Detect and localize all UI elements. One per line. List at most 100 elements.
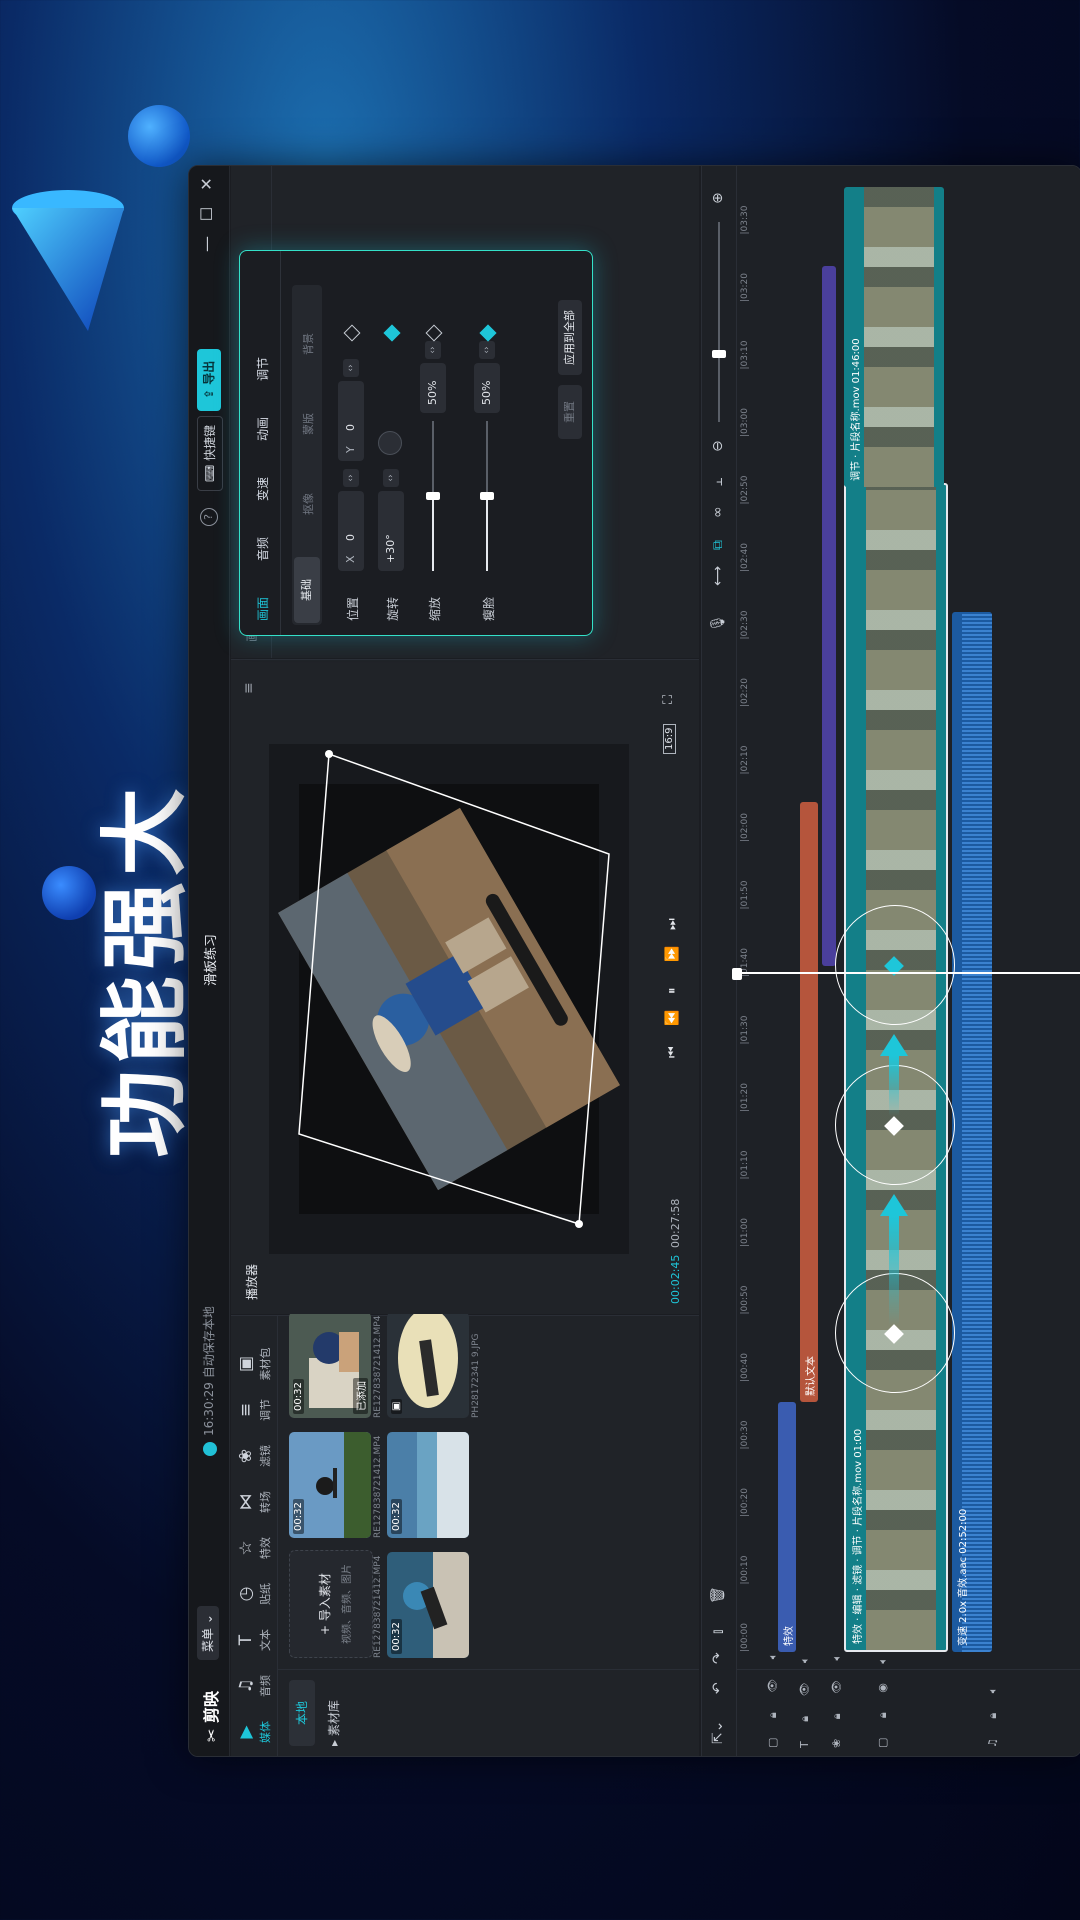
skip-forward-icon[interactable]: ⏭: [665, 918, 680, 930]
props-tab-image[interactable]: 画面: [254, 597, 271, 621]
ruler-tick-label: |00:30: [740, 1420, 750, 1450]
main-clip-label: 特效 · 编辑 · 滤镜 · 调节 · 片段名称.mov 01:00: [853, 1428, 864, 1644]
playhead-handle[interactable]: [732, 968, 742, 980]
scale-value: 50%: [426, 380, 439, 405]
step-forward-icon[interactable]: ⏩: [665, 946, 680, 962]
audio-clip[interactable]: 变速 2.0x 音效.aac 02:52:00: [952, 612, 992, 1652]
scale-label: 缩放: [428, 596, 442, 621]
step-back-icon[interactable]: ⏪: [665, 1010, 680, 1026]
timeline-ruler[interactable]: |00:00 |00:10 |00:20 |00:30 |00:40 |00:50 |01:…: [736, 166, 758, 1670]
media-thumbnail[interactable]: 00:32 已添加: [289, 1312, 371, 1418]
zoom-slider[interactable]: [718, 222, 720, 422]
reset-button[interactable]: 重置: [558, 385, 582, 439]
zoom-in-icon[interactable]: ⊕: [710, 192, 726, 204]
ruler-tick-label: |00:10: [740, 1555, 750, 1585]
props-tab-adjust[interactable]: 调节: [254, 357, 271, 381]
face-slider-knob[interactable]: [480, 492, 494, 500]
maximize-button[interactable]: ☐: [197, 202, 216, 226]
subtab-basic[interactable]: 基础: [294, 557, 320, 623]
x-stepper[interactable]: ‹›: [343, 469, 359, 487]
tab-filter[interactable]: ❀ 滤镜: [235, 1436, 273, 1476]
scale-stepper[interactable]: ‹›: [425, 341, 441, 359]
export-button[interactable]: ⇪ 导出: [197, 348, 221, 411]
aspect-ratio-button[interactable]: 16:9: [663, 723, 676, 754]
help-icon[interactable]: ?: [200, 508, 218, 526]
y-stepper[interactable]: ‹›: [343, 359, 359, 377]
scale-field[interactable]: 50%: [420, 363, 446, 413]
arrow-shaft: [889, 1056, 899, 1116]
media-thumbnail[interactable]: 00:32: [387, 1552, 469, 1658]
sticker-icon: ◷: [236, 1586, 256, 1602]
props-tab-animation[interactable]: 动画: [254, 417, 271, 441]
media-side-nav: 本地 ▸ 素材库: [277, 1669, 699, 1756]
player-panel: 播放器 ≡ 00:02:45 00:27:58 ⏮ ⏪ ⏸ ⏩ ⏭ 16:9 ⛶: [231, 659, 699, 1314]
position-x-field[interactable]: X0: [338, 491, 364, 571]
redo-icon[interactable]: ↷: [710, 1652, 726, 1664]
subtab-mask[interactable]: 蒙版: [300, 413, 316, 435]
link-icon[interactable]: ⟷: [710, 566, 726, 586]
tab-label: 音频: [259, 1675, 272, 1697]
filter-clip[interactable]: [822, 266, 836, 966]
apply-all-button[interactable]: 应用到全部: [558, 300, 582, 375]
subtab-cutout[interactable]: 抠像: [300, 493, 316, 515]
arrow-shaft: [889, 1216, 899, 1326]
rotation-keyframe-icon[interactable]: [383, 324, 401, 342]
scale-slider-knob[interactable]: [426, 492, 440, 500]
minimize-button[interactable]: —: [197, 232, 216, 256]
face-keyframe-icon[interactable]: [479, 324, 497, 342]
tab-pack[interactable]: ▣ 素材包: [235, 1344, 273, 1384]
split-icon[interactable]: ⫾: [710, 1630, 726, 1634]
tab-media[interactable]: ▶ 媒体: [235, 1712, 273, 1752]
split-preview-icon[interactable]: ⫠: [710, 478, 726, 486]
select-tool-icon[interactable]: ⇱⌄: [710, 1721, 726, 1744]
rotation-field[interactable]: +30°: [378, 491, 404, 571]
tab-sticker[interactable]: ◷ 贴纸: [235, 1574, 273, 1614]
scale-slider-fill: [432, 496, 434, 571]
face-stepper[interactable]: ‹›: [479, 341, 495, 359]
props-tab-speed[interactable]: 变速: [254, 477, 271, 501]
tab-label: 转场: [259, 1491, 272, 1513]
tab-effects[interactable]: ☆ 特效: [235, 1528, 273, 1568]
pause-icon[interactable]: ⏸: [665, 988, 680, 995]
zoom-slider-knob[interactable]: [712, 350, 726, 358]
microphone-icon[interactable]: 🎙︎: [710, 614, 726, 632]
nav-library[interactable]: ▸ 素材库: [325, 1700, 342, 1746]
tab-audio[interactable]: ♫ 音频: [235, 1666, 273, 1706]
scale-keyframe-icon[interactable]: [425, 324, 443, 342]
ruler-tick-label: |03:20: [740, 273, 750, 302]
delete-icon[interactable]: 🗑︎: [710, 1586, 726, 1604]
chain-icon[interactable]: ∞: [710, 506, 726, 518]
playhead[interactable]: [736, 972, 1080, 974]
effect-clip[interactable]: 特效: [778, 1402, 796, 1652]
undo-icon[interactable]: ↶: [710, 1682, 726, 1694]
subtab-background[interactable]: 背景: [300, 333, 316, 355]
zoom-out-icon[interactable]: ⊖: [710, 440, 726, 452]
face-field[interactable]: 50%: [474, 363, 500, 413]
import-media-button[interactable]: + 导入素材 视频、音频、图片: [289, 1550, 373, 1658]
text-clip-label: 默认文本: [806, 1356, 817, 1396]
shortcut-button[interactable]: ⌨ 快捷键: [197, 415, 223, 491]
tab-text[interactable]: T 文本: [235, 1620, 273, 1660]
nav-local[interactable]: 本地: [289, 1680, 315, 1746]
autosave-status: 16:30:29 自动保存本地: [200, 1306, 217, 1456]
media-thumbnail[interactable]: ▣: [387, 1312, 469, 1418]
media-thumbnail[interactable]: 00:32: [289, 1432, 371, 1538]
text-clip[interactable]: 默认文本: [800, 802, 818, 1402]
position-y-field[interactable]: Y0: [338, 381, 364, 461]
close-button[interactable]: ✕: [197, 172, 216, 196]
tab-transition[interactable]: ⋈ 转场: [235, 1482, 273, 1522]
preview-canvas[interactable]: [269, 744, 629, 1254]
fullscreen-icon[interactable]: ⛶: [661, 695, 676, 704]
tab-label: 特效: [259, 1537, 272, 1559]
rotation-dial-icon[interactable]: [378, 431, 402, 455]
menu-button[interactable]: 菜单 ⌄: [197, 1606, 219, 1660]
rotation-stepper[interactable]: ‹›: [383, 469, 399, 487]
position-keyframe-icon[interactable]: [343, 324, 361, 342]
media-thumbnail[interactable]: 00:32: [387, 1432, 469, 1538]
props-tab-audio[interactable]: 音频: [254, 537, 271, 561]
second-video-clip[interactable]: 调节 · 片段名称.mov 01:46:00: [844, 187, 944, 487]
hamburger-icon[interactable]: ≡: [241, 682, 257, 694]
magnet-icon[interactable]: ⧉: [710, 540, 726, 550]
tab-adjust[interactable]: ≡ 调节: [235, 1390, 273, 1430]
skip-back-icon[interactable]: ⏮: [665, 1046, 680, 1058]
